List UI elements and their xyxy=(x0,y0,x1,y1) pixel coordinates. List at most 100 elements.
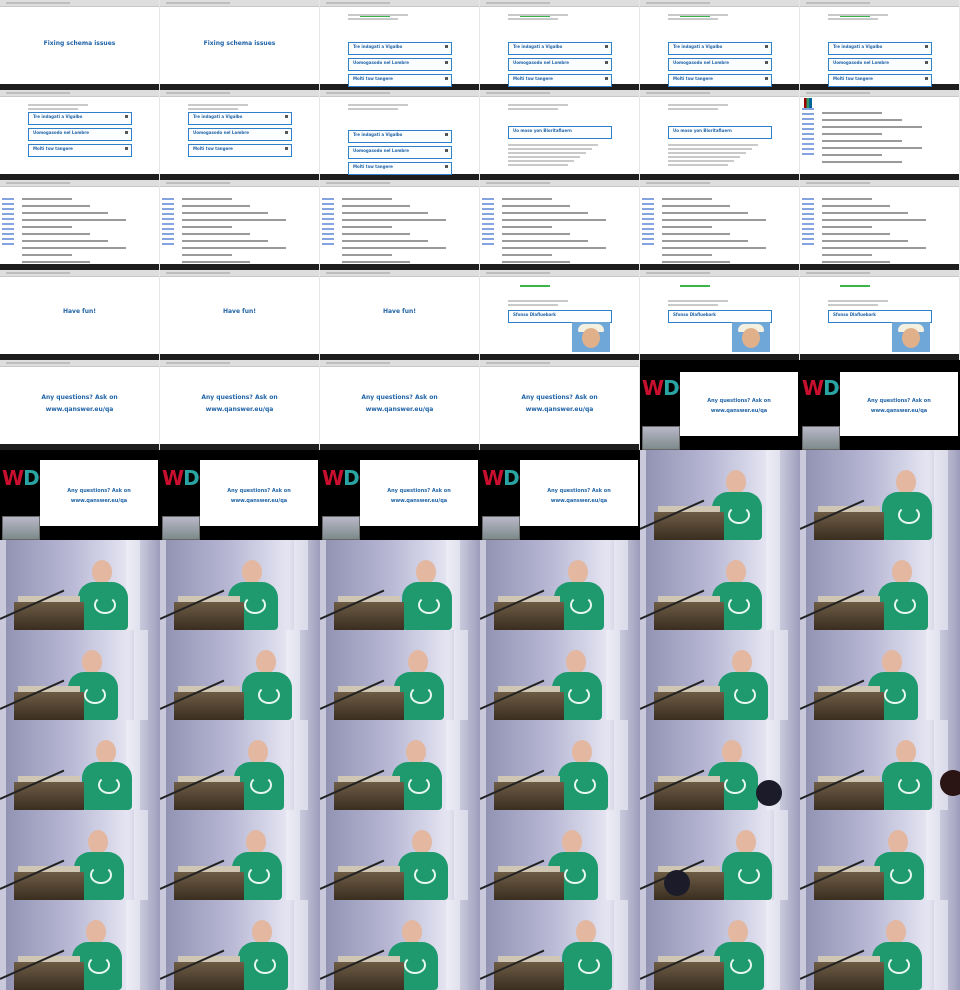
answer-box[interactable]: Tre indagati a Vigalbo xyxy=(508,42,612,55)
sidebar-link[interactable] xyxy=(482,218,494,220)
sidebar-link[interactable] xyxy=(162,243,174,245)
sidebar-link[interactable] xyxy=(802,143,814,145)
close-icon[interactable] xyxy=(285,131,288,134)
close-icon[interactable] xyxy=(125,115,128,118)
close-icon[interactable] xyxy=(445,149,448,152)
sidebar-link[interactable] xyxy=(162,228,174,230)
answer-box[interactable]: Uo moso yon Bloritafluern xyxy=(508,126,612,139)
sidebar-link[interactable] xyxy=(322,208,334,210)
sidebar-link[interactable] xyxy=(2,228,14,230)
close-icon[interactable] xyxy=(285,115,288,118)
sidebar-link[interactable] xyxy=(2,223,14,225)
close-icon[interactable] xyxy=(925,45,928,48)
sidebar-link[interactable] xyxy=(802,203,814,205)
answer-box[interactable]: Uomogasodo nel Lombre xyxy=(348,58,452,71)
sidebar-link[interactable] xyxy=(2,238,14,240)
sidebar-link[interactable] xyxy=(2,218,14,220)
answer-box[interactable]: Tre indagati a Vigalbo xyxy=(28,112,132,125)
sidebar-link[interactable] xyxy=(802,153,814,155)
answer-box[interactable]: Tre indagati a Vigalbo xyxy=(668,42,772,55)
sidebar-link[interactable] xyxy=(162,233,174,235)
close-icon[interactable] xyxy=(765,45,768,48)
sidebar-link[interactable] xyxy=(802,198,814,200)
close-icon[interactable] xyxy=(605,77,608,80)
sidebar-link[interactable] xyxy=(802,243,814,245)
sidebar-link[interactable] xyxy=(642,228,654,230)
sidebar-link[interactable] xyxy=(162,218,174,220)
answer-box[interactable]: Molti tsw tangere xyxy=(348,74,452,87)
sidebar-link[interactable] xyxy=(482,223,494,225)
sidebar-link[interactable] xyxy=(802,208,814,210)
sidebar-link[interactable] xyxy=(162,203,174,205)
sidebar-link[interactable] xyxy=(482,213,494,215)
sidebar-link[interactable] xyxy=(482,198,494,200)
close-icon[interactable] xyxy=(605,61,608,64)
answer-box[interactable]: Uomogasodo nel Lombre xyxy=(28,128,132,141)
answer-box[interactable]: Molti tsw tangere xyxy=(28,144,132,157)
sidebar-link[interactable] xyxy=(162,198,174,200)
sidebar-link[interactable] xyxy=(802,108,814,110)
answer-box[interactable]: Uomogasodo nel Lombre xyxy=(508,58,612,71)
answer-box[interactable]: Uomogasodo nel Lombre xyxy=(188,128,292,141)
sidebar-link[interactable] xyxy=(2,233,14,235)
close-icon[interactable] xyxy=(925,77,928,80)
close-icon[interactable] xyxy=(765,77,768,80)
answer-box[interactable]: Uo moso yon Bloritafluern xyxy=(668,126,772,139)
close-icon[interactable] xyxy=(445,165,448,168)
sidebar-link[interactable] xyxy=(642,213,654,215)
answer-box[interactable]: Tre indagati a Vigalbo xyxy=(188,112,292,125)
sidebar-link[interactable] xyxy=(802,133,814,135)
sidebar-link[interactable] xyxy=(802,223,814,225)
sidebar-link[interactable] xyxy=(642,223,654,225)
sidebar-link[interactable] xyxy=(2,243,14,245)
sidebar-link[interactable] xyxy=(322,213,334,215)
sidebar-link[interactable] xyxy=(322,243,334,245)
sidebar-link[interactable] xyxy=(802,228,814,230)
sidebar-link[interactable] xyxy=(802,123,814,125)
sidebar-link[interactable] xyxy=(2,213,14,215)
close-icon[interactable] xyxy=(765,61,768,64)
close-icon[interactable] xyxy=(445,133,448,136)
sidebar-link[interactable] xyxy=(322,228,334,230)
sidebar-link[interactable] xyxy=(802,128,814,130)
answer-box[interactable]: Uomogasodo nel Lombre xyxy=(668,58,772,71)
sidebar-link[interactable] xyxy=(322,238,334,240)
answer-box[interactable]: Tre indagati a Vigalbo xyxy=(828,42,932,55)
sidebar-link[interactable] xyxy=(162,238,174,240)
sidebar-link[interactable] xyxy=(802,233,814,235)
sidebar-link[interactable] xyxy=(322,218,334,220)
close-icon[interactable] xyxy=(445,77,448,80)
answer-box[interactable]: Molti tsw tangere xyxy=(508,74,612,87)
answer-box[interactable]: Molti tsw tangere xyxy=(188,144,292,157)
sidebar-link[interactable] xyxy=(322,203,334,205)
close-icon[interactable] xyxy=(285,147,288,150)
close-icon[interactable] xyxy=(605,45,608,48)
sidebar-link[interactable] xyxy=(322,223,334,225)
sidebar-link[interactable] xyxy=(642,238,654,240)
sidebar-link[interactable] xyxy=(482,233,494,235)
answer-box[interactable]: Tre indagati a Vigalbo xyxy=(348,130,452,143)
close-icon[interactable] xyxy=(125,131,128,134)
answer-box[interactable]: Molti tsw tangere xyxy=(348,162,452,175)
sidebar-link[interactable] xyxy=(322,233,334,235)
sidebar-link[interactable] xyxy=(802,113,814,115)
sidebar-link[interactable] xyxy=(802,238,814,240)
sidebar-link[interactable] xyxy=(482,238,494,240)
close-icon[interactable] xyxy=(125,147,128,150)
sidebar-link[interactable] xyxy=(642,218,654,220)
answer-box[interactable]: Tre indagati a Vigalbo xyxy=(348,42,452,55)
close-icon[interactable] xyxy=(445,61,448,64)
sidebar-link[interactable] xyxy=(322,198,334,200)
sidebar-link[interactable] xyxy=(802,218,814,220)
sidebar-link[interactable] xyxy=(642,203,654,205)
sidebar-link[interactable] xyxy=(162,213,174,215)
sidebar-link[interactable] xyxy=(2,203,14,205)
sidebar-link[interactable] xyxy=(2,198,14,200)
answer-box[interactable]: Molti tsw tangere xyxy=(668,74,772,87)
sidebar-link[interactable] xyxy=(802,118,814,120)
sidebar-link[interactable] xyxy=(802,213,814,215)
sidebar-link[interactable] xyxy=(642,198,654,200)
sidebar-link[interactable] xyxy=(642,208,654,210)
sidebar-link[interactable] xyxy=(482,228,494,230)
sidebar-link[interactable] xyxy=(642,243,654,245)
